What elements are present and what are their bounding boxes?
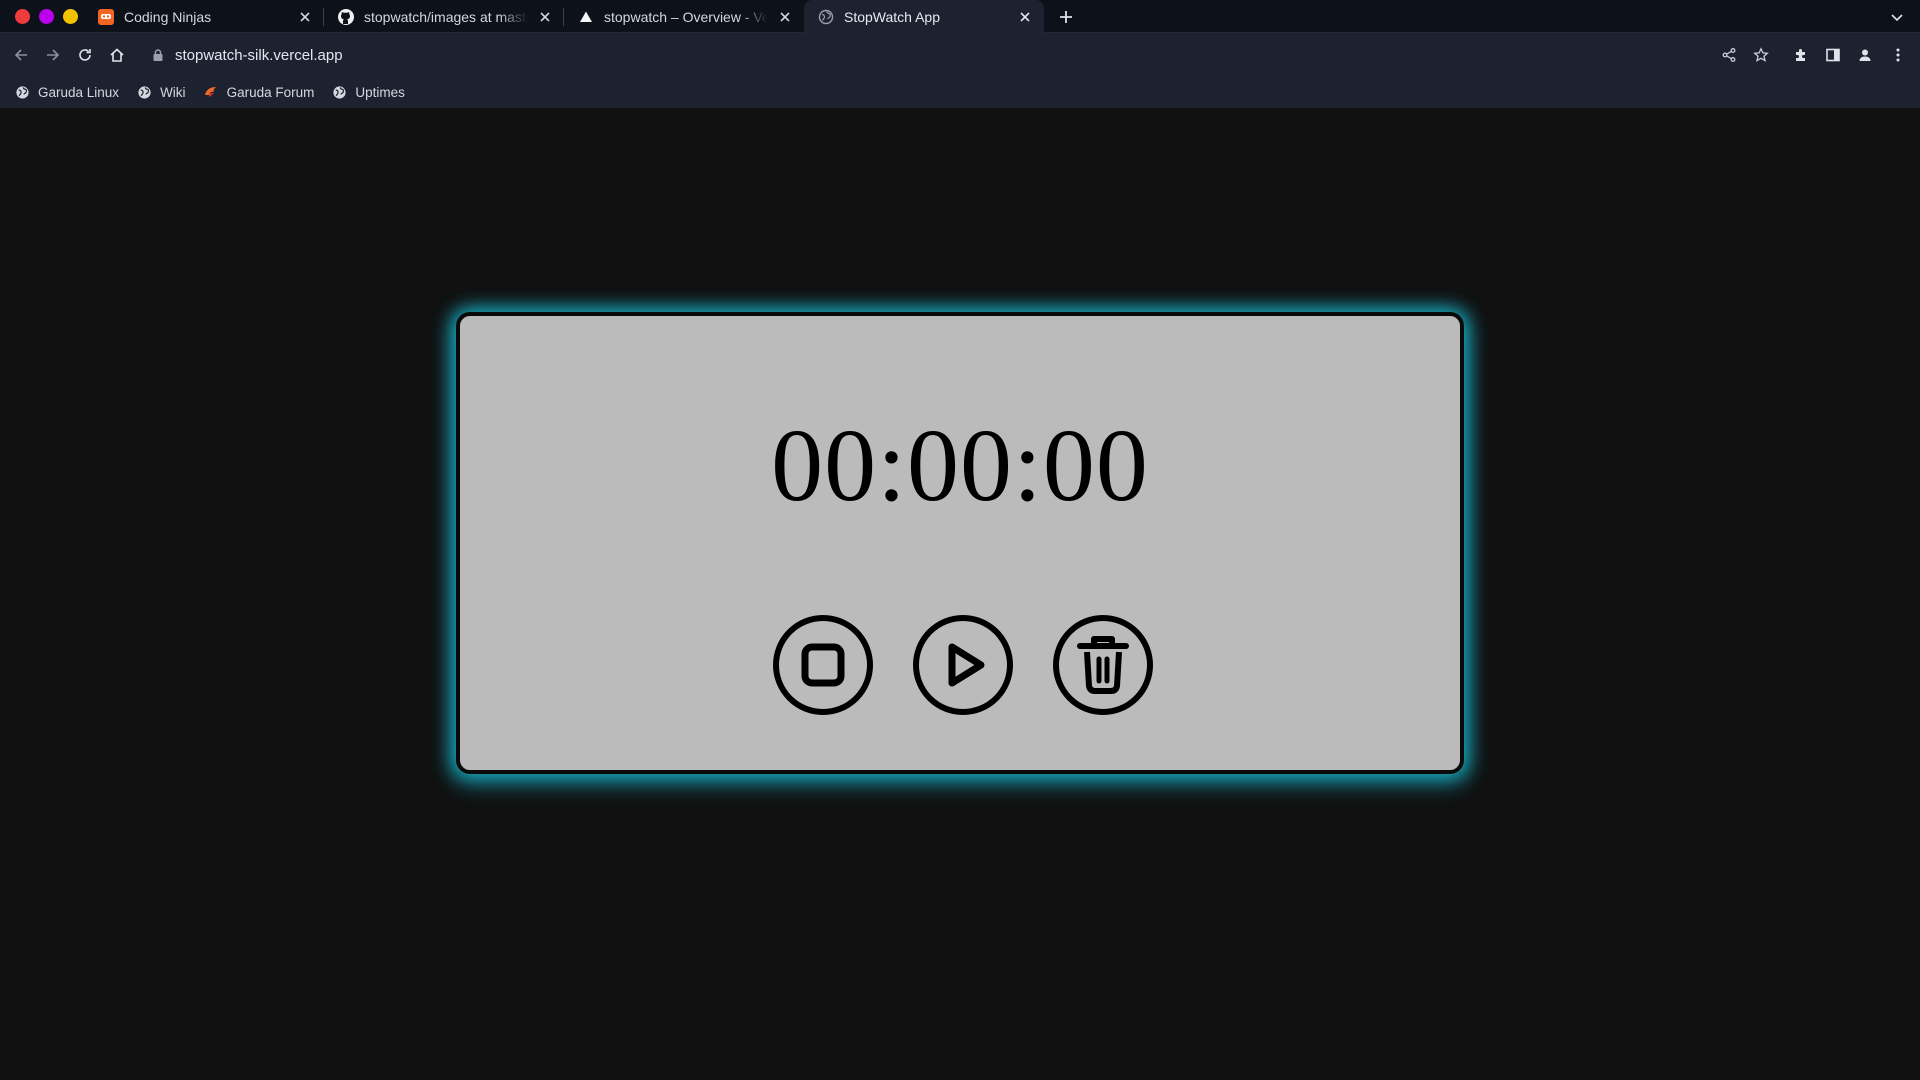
profile-button[interactable] (1854, 44, 1876, 66)
timer-display: 00:00:00 (771, 408, 1149, 523)
play-icon (913, 615, 1013, 715)
side-panel-icon (1826, 48, 1840, 62)
window-close-button[interactable] (15, 9, 30, 24)
tab-strip: Coding Ninjas stopwatch/images at master… (0, 0, 1920, 33)
share-icon (1722, 48, 1736, 62)
bookmark-label: Garuda Forum (226, 84, 315, 100)
tab-title: StopWatch App (844, 8, 940, 25)
plus-icon (1060, 11, 1072, 23)
stop-button[interactable] (772, 614, 874, 716)
reload-button[interactable] (74, 44, 96, 66)
bookmark-label: Uptimes (355, 84, 405, 100)
play-button[interactable] (912, 614, 1014, 716)
stop-icon (773, 615, 873, 715)
tab-search-button[interactable] (1886, 6, 1908, 28)
tab-vercel[interactable]: stopwatch – Overview - Vercel (564, 0, 804, 33)
person-icon (1859, 49, 1871, 61)
forward-button[interactable] (42, 44, 64, 66)
share-button[interactable] (1718, 44, 1740, 66)
arrow-left-icon (14, 49, 27, 61)
globe-icon (136, 84, 152, 100)
more-vert-icon (1896, 48, 1900, 62)
tab-github[interactable]: stopwatch/images at master (324, 0, 564, 33)
reset-button[interactable] (1052, 614, 1154, 716)
home-button[interactable] (106, 44, 128, 66)
page-content: 00:00:00 (0, 108, 1920, 1080)
reload-icon (79, 49, 91, 61)
bookmark-label: Garuda Linux (38, 84, 120, 100)
garuda-icon (203, 84, 219, 100)
browser-toolbar: stopwatch-silk.vercel.app (0, 33, 1920, 76)
chevron-down-icon (1891, 14, 1903, 22)
globe-icon (818, 9, 834, 25)
bookmark-garuda-linux[interactable]: Garuda Linux (14, 84, 119, 100)
address-bar[interactable]: stopwatch-silk.vercel.app (140, 39, 1700, 71)
close-icon[interactable] (296, 8, 314, 26)
tab-title: stopwatch/images at master (364, 8, 528, 25)
tab-stopwatch-app[interactable]: StopWatch App (804, 0, 1044, 33)
bookmark-uptimes[interactable]: Uptimes (331, 84, 405, 100)
window-minimize-button[interactable] (63, 9, 78, 24)
close-icon[interactable] (536, 8, 554, 26)
stopwatch-panel: 00:00:00 (456, 312, 1464, 774)
puzzle-icon (1796, 49, 1805, 61)
tab-title: stopwatch – Overview - Vercel (604, 8, 768, 25)
side-panel-button[interactable] (1822, 44, 1844, 66)
back-button[interactable] (10, 44, 32, 66)
bookmark-label: Wiki (160, 84, 186, 100)
bookmark-garuda-forum[interactable]: Garuda Forum (203, 84, 315, 100)
bookmark-star-button[interactable] (1750, 44, 1772, 66)
globe-icon (14, 84, 30, 100)
star-icon (1753, 47, 1769, 62)
close-icon[interactable] (1016, 8, 1034, 26)
menu-button[interactable] (1887, 44, 1909, 66)
new-tab-button[interactable] (1055, 6, 1077, 28)
lock-icon[interactable] (150, 47, 166, 63)
trash-icon (1053, 615, 1153, 715)
tab-title: Coding Ninjas (124, 8, 212, 25)
arrow-right-icon (47, 49, 60, 61)
extensions-button[interactable] (1790, 44, 1812, 66)
home-icon (110, 48, 124, 62)
coding-ninjas-icon (98, 8, 114, 25)
github-icon (338, 8, 354, 25)
globe-icon (331, 84, 347, 100)
tab-coding-ninjas[interactable]: Coding Ninjas (84, 0, 324, 33)
bookmark-wiki[interactable]: Wiki (136, 84, 186, 100)
vercel-icon (578, 9, 594, 25)
close-icon[interactable] (776, 8, 794, 26)
bookmarks-bar: Garuda Linux Wiki Garuda Forum Uptimes (0, 76, 1920, 108)
window-maximize-button[interactable] (39, 9, 54, 24)
url-text[interactable]: stopwatch-silk.vercel.app (175, 47, 343, 64)
